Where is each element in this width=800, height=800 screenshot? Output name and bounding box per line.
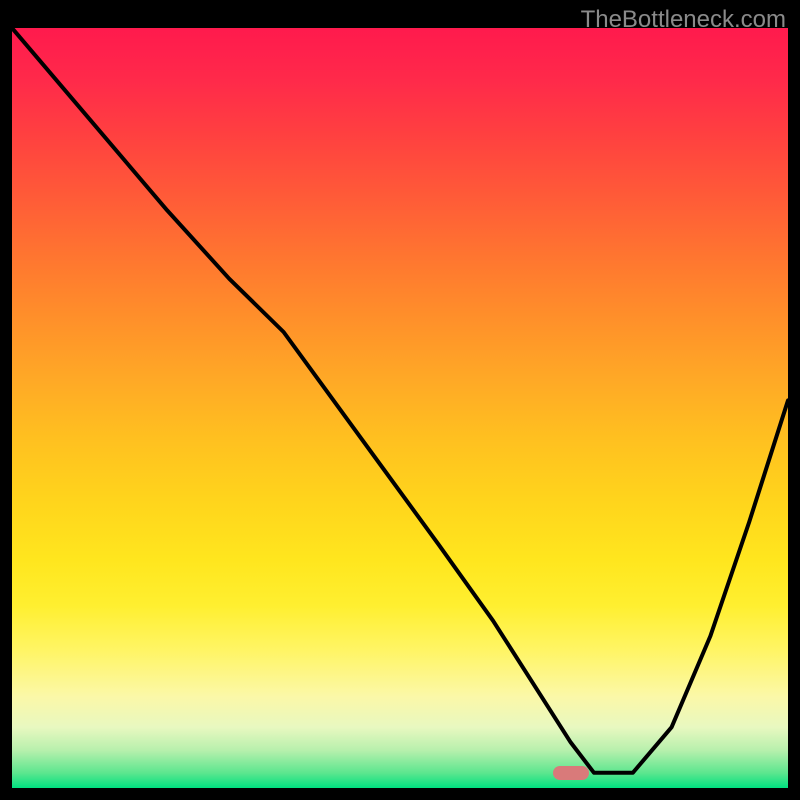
chart-plot-area (12, 28, 788, 788)
bottleneck-curve (12, 28, 788, 788)
optimal-point-marker (553, 766, 589, 780)
watermark-text: TheBottleneck.com (581, 6, 786, 34)
